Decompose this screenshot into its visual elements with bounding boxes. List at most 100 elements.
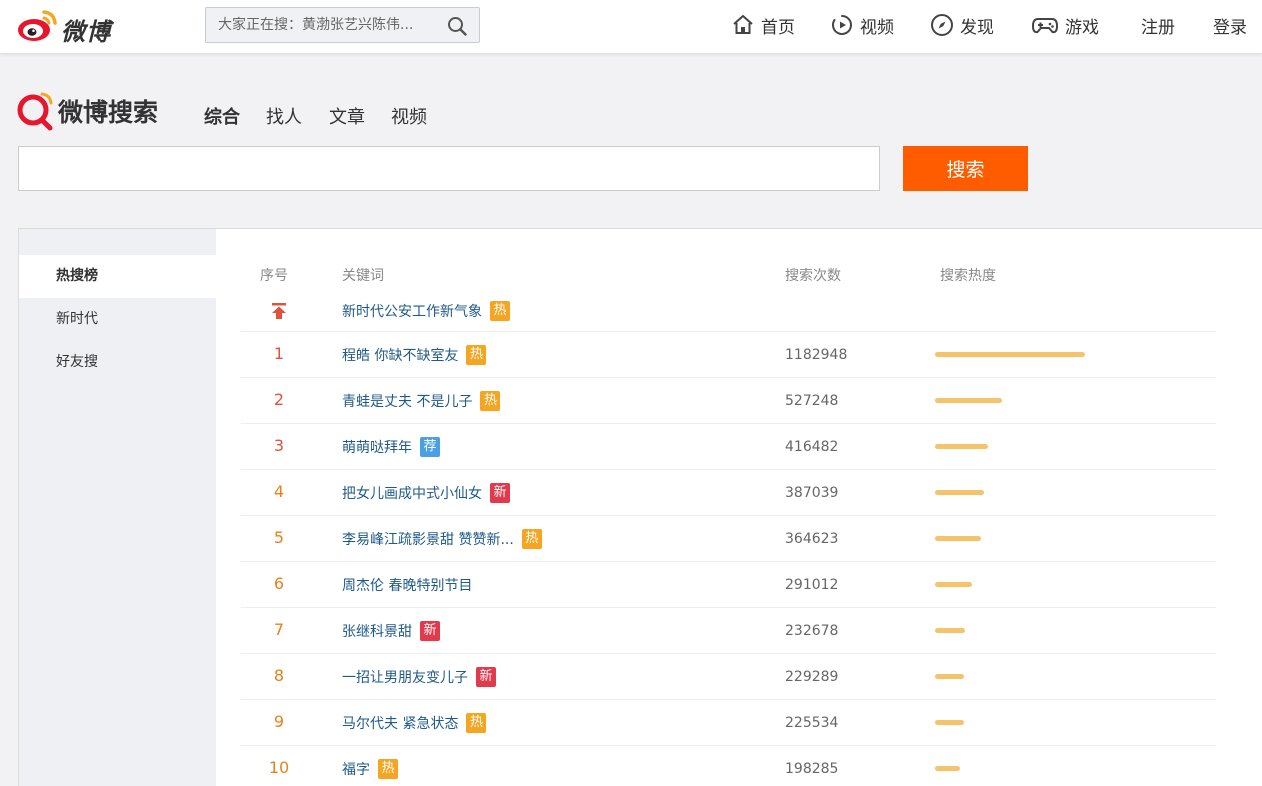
heat-bar: [935, 536, 981, 541]
search-count: 364623: [785, 531, 839, 547]
tab-videos[interactable]: 视频: [391, 103, 427, 129]
search-count: 225534: [785, 715, 839, 731]
new-badge: 新: [490, 483, 510, 503]
rank-number: 1: [273, 344, 285, 363]
keyword-link[interactable]: 萌萌哒拜年荐: [342, 437, 440, 457]
new-badge: 新: [420, 621, 440, 641]
keyword-link[interactable]: 李易峰江疏影景甜 赞赞新... 热: [342, 529, 542, 549]
header-count: 搜索次数: [785, 268, 841, 284]
main-search-input[interactable]: [18, 146, 880, 191]
home-icon: [733, 15, 753, 34]
logo-text: 微博: [61, 18, 111, 46]
heat-bar: [935, 490, 984, 495]
keyword-link[interactable]: 马尔代夫 紧急状态热: [342, 713, 487, 733]
rank-number: 9: [273, 712, 285, 731]
search-button[interactable]: 搜索: [903, 146, 1028, 191]
keyword-text: 一招让男朋友变儿子: [342, 670, 468, 686]
rank-number: 8: [273, 666, 285, 685]
table-row[interactable]: 10 福字热 198285: [241, 746, 1216, 786]
table-row[interactable]: 6 周杰伦 春晚特别节目 291012: [241, 562, 1216, 608]
top-search-box: [205, 7, 480, 43]
pinned-keyword-text: 新时代公安工作新气象: [342, 304, 482, 320]
keyword-link[interactable]: 周杰伦 春晚特别节目: [342, 575, 472, 595]
search-logo-text: 微博搜索: [58, 98, 159, 127]
search-count: 229289: [785, 669, 839, 685]
search-count: 387039: [785, 485, 839, 501]
login-link[interactable]: 登录: [1213, 12, 1247, 38]
weibo-logo[interactable]: 微博: [16, 6, 126, 46]
pinned-keyword[interactable]: 新时代公安工作新气象 热: [342, 301, 510, 321]
keyword-link[interactable]: 把女儿画成中式小仙女新: [342, 483, 510, 503]
header-rank: 序号: [260, 268, 288, 284]
sidebar-item-friends-search[interactable]: 好友搜: [19, 341, 216, 384]
nav-discover[interactable]: 发现: [930, 12, 994, 38]
sidebar-item-hot-list[interactable]: 热搜榜: [19, 255, 216, 298]
heat-bar: [935, 766, 960, 771]
keyword-link[interactable]: 张继科景甜新: [342, 621, 440, 641]
keyword-text: 李易峰江疏影景甜 赞赞新...: [342, 532, 514, 548]
rank-number: 6: [273, 574, 285, 593]
nav-games-label: 游戏: [1065, 17, 1099, 38]
rank-number: 2: [273, 390, 285, 409]
search-count: 527248: [785, 393, 839, 409]
rank-number: 4: [273, 482, 285, 501]
rank-number: 10: [268, 758, 290, 777]
search-count: 198285: [785, 761, 839, 777]
heat-bar: [935, 444, 988, 449]
rank-number: 3: [273, 436, 285, 455]
hot-badge: 热: [378, 759, 398, 779]
keyword-link[interactable]: 福字热: [342, 759, 398, 779]
compass-icon: [931, 14, 953, 36]
top-search-input[interactable]: [218, 15, 438, 35]
table-row[interactable]: 8 一招让男朋友变儿子新 229289: [241, 654, 1216, 700]
weibo-eye-icon: [18, 10, 57, 41]
gamepad-icon: [1032, 18, 1058, 34]
nav-home[interactable]: 首页: [731, 12, 795, 38]
hot-badge: 热: [490, 301, 510, 321]
search-count: 232678: [785, 623, 839, 639]
search-logo-icon: [17, 92, 53, 131]
top-nav-bar: 微博 首页 视频 发现: [0, 0, 1262, 54]
table-row[interactable]: 3 萌萌哒拜年荐 416482: [241, 424, 1216, 470]
keyword-text: 马尔代夫 紧急状态: [342, 716, 459, 732]
keyword-text: 程皓 你缺不缺室友: [342, 348, 459, 364]
hot-badge: 热: [521, 529, 542, 549]
search-icon[interactable]: [447, 16, 467, 40]
nav-home-label: 首页: [761, 17, 795, 38]
weibo-search-logo[interactable]: 微博搜索: [16, 90, 176, 132]
heat-bar: [935, 720, 964, 725]
video-icon: [832, 15, 852, 35]
keyword-text: 萌萌哒拜年: [342, 440, 412, 456]
new-badge: 新: [476, 667, 496, 687]
recommend-badge: 荐: [420, 437, 440, 457]
table-row[interactable]: 7 张继科景甜新 232678: [241, 608, 1216, 654]
tab-comprehensive[interactable]: 综合: [204, 103, 240, 129]
heat-bar: [935, 674, 964, 679]
keyword-link[interactable]: 程皓 你缺不缺室友热: [342, 345, 487, 365]
sidebar-item-new-era[interactable]: 新时代: [19, 298, 216, 341]
hot-search-panel: 热搜榜 新时代 好友搜 序号 关键词 搜索次数 搜索热度 新时代公安工作新气象 …: [18, 228, 1262, 786]
table-row[interactable]: 4 把女儿画成中式小仙女新 387039: [241, 470, 1216, 516]
header-keyword: 关键词: [342, 268, 384, 284]
keyword-text: 张继科景甜: [342, 624, 412, 640]
nav-games[interactable]: 游戏: [1031, 12, 1099, 38]
table-row[interactable]: 9 马尔代夫 紧急状态热 225534: [241, 700, 1216, 746]
rank-number: 7: [273, 620, 285, 639]
register-link[interactable]: 注册: [1141, 12, 1175, 38]
rank-number: 5: [273, 528, 285, 547]
table-row[interactable]: 1 程皓 你缺不缺室友热 1182948: [241, 332, 1216, 378]
tab-people[interactable]: 找人: [266, 103, 302, 129]
nav-video[interactable]: 视频: [830, 12, 894, 38]
pinned-icon: [241, 303, 317, 323]
table-row[interactable]: 2 青蛙是丈夫 不是儿子热 527248: [241, 378, 1216, 424]
keyword-text: 青蛙是丈夫 不是儿子: [342, 394, 473, 410]
tab-articles[interactable]: 文章: [329, 103, 365, 129]
hot-badge: 热: [466, 345, 487, 365]
keyword-link[interactable]: 一招让男朋友变儿子新: [342, 667, 496, 687]
pinned-row[interactable]: 新时代公安工作新气象 热: [241, 289, 1216, 332]
table-row[interactable]: 5 李易峰江疏影景甜 赞赞新... 热 364623: [241, 516, 1216, 562]
search-count: 416482: [785, 439, 839, 455]
keyword-link[interactable]: 青蛙是丈夫 不是儿子热: [342, 391, 501, 411]
sidebar: 热搜榜 新时代 好友搜: [19, 229, 216, 786]
heat-bar: [935, 628, 965, 633]
